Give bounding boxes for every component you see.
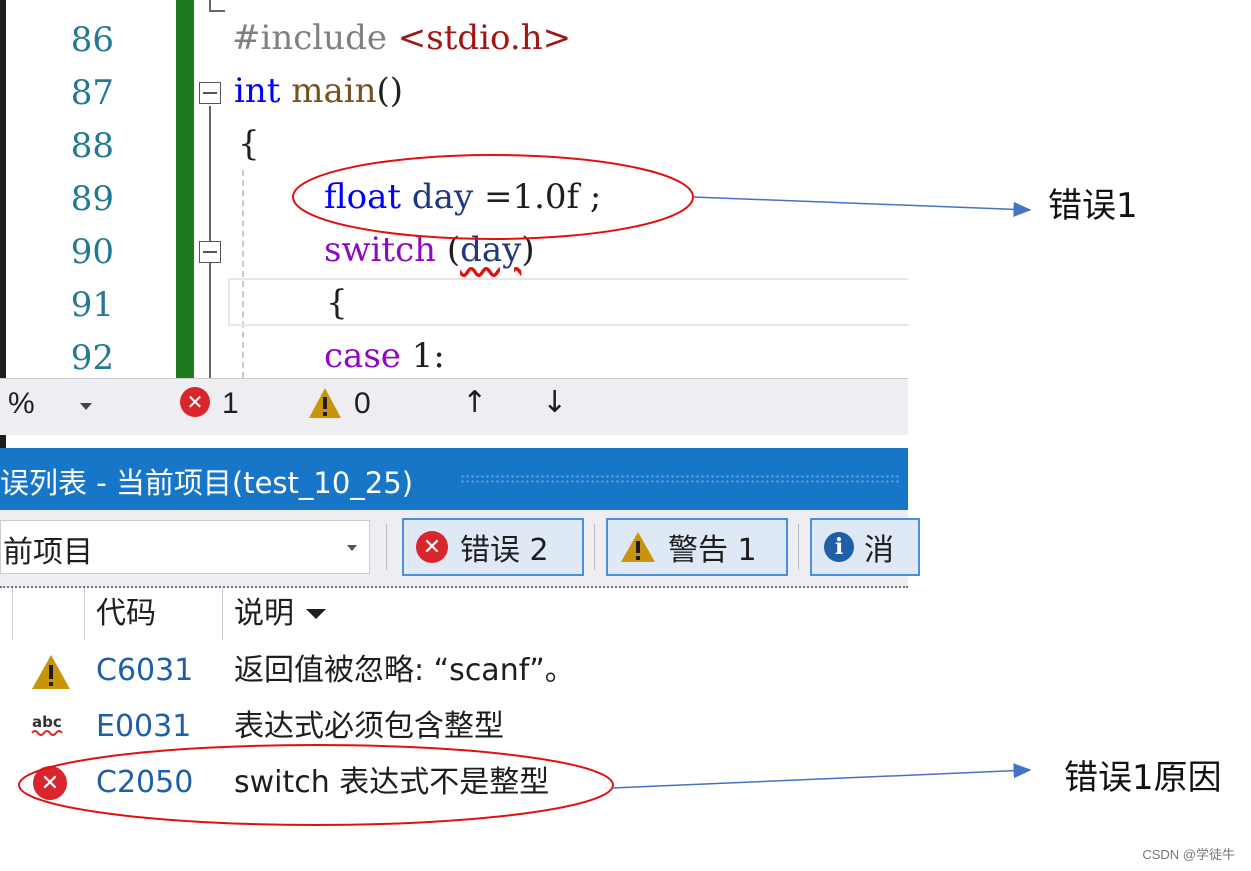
error-code[interactable]: E0031: [96, 699, 191, 755]
warning-count[interactable]: 0: [354, 387, 371, 421]
table-row[interactable]: ✕ C2050 switch 表达式不是整型: [0, 755, 908, 811]
abc-spell-icon: abc: [31, 713, 63, 736]
editor-status-toolbar: % ✕ 1 0 ↑ ↓: [0, 378, 908, 435]
number-literal: 1.0f: [512, 177, 580, 217]
error-description: switch 表达式不是整型: [234, 765, 550, 800]
errors-filter-label: 错误 2: [460, 533, 549, 568]
keyword: float: [324, 177, 402, 217]
title-bar-grip: [460, 474, 900, 484]
error-code[interactable]: C6031: [96, 643, 193, 699]
next-error-arrow-icon[interactable]: ↓: [542, 385, 567, 420]
zoom-value[interactable]: %: [8, 387, 35, 421]
brace: {: [326, 283, 348, 323]
warning-icon: [32, 655, 70, 689]
separator: [798, 524, 799, 570]
code-line-90: switch (day): [324, 230, 535, 270]
table-row[interactable]: abc E0031 表达式必须包含整型: [0, 699, 908, 755]
info-icon: i: [824, 532, 854, 562]
annotation-label-error1: 错误1: [1048, 186, 1138, 226]
zoom-dropdown-icon[interactable]: [80, 403, 92, 410]
punctuation: ): [521, 230, 535, 270]
punctuation: :: [433, 336, 445, 376]
warnings-filter-button[interactable]: 警告 1: [606, 518, 788, 576]
code-line-88: {: [238, 124, 260, 164]
line-number: 86: [70, 20, 114, 60]
code-line-86: #include <stdio.h>: [232, 18, 571, 58]
line-number: 90: [70, 232, 114, 272]
line-number: 88: [70, 126, 114, 166]
keyword: int: [234, 71, 281, 111]
svg-text:abc: abc: [32, 713, 62, 731]
messages-filter-label: 消: [864, 533, 894, 568]
separator: [386, 524, 387, 570]
error-list-table: 代码 说明 C6031 返回值被忽略: “scanf”。 abc E0031 表…: [0, 588, 908, 871]
errors-filter-button[interactable]: ✕ 错误 2: [402, 518, 584, 576]
warning-icon: [309, 388, 341, 418]
operator: =: [473, 177, 513, 217]
table-row[interactable]: C6031 返回值被忽略: “scanf”。: [0, 643, 908, 699]
scope-dropdown[interactable]: 前项目: [0, 520, 370, 574]
scope-selected-value: 前项目: [3, 535, 93, 570]
preprocessor: #include: [232, 18, 398, 58]
code-editor[interactable]: 86 87 88 89 90 91 92 #include <stdio.h> …: [6, 0, 908, 378]
column-separator: [222, 588, 223, 640]
line-number: 87: [70, 73, 114, 113]
column-header-code[interactable]: 代码: [96, 588, 156, 640]
error-description: 返回值被忽略: “scanf”。: [234, 653, 575, 688]
punctuation: (): [376, 71, 404, 111]
error-code[interactable]: C2050: [96, 755, 193, 811]
change-tracking-bar: [176, 0, 194, 378]
code-line-89: float day =1.0f ;: [324, 177, 601, 217]
code-line-92: case 1:: [324, 336, 445, 376]
collapse-switch-icon[interactable]: [199, 241, 221, 263]
error-list-filter-bar: 前项目 ✕ 错误 2 警告 1 i 消: [0, 510, 920, 588]
previous-error-arrow-icon[interactable]: ↑: [462, 385, 487, 420]
keyword: case: [324, 336, 401, 376]
error-icon: ✕: [33, 766, 67, 800]
code-line-91: {: [326, 283, 348, 323]
fold-end-marker: [209, 0, 225, 12]
messages-filter-button[interactable]: i 消: [810, 518, 920, 576]
number-literal: 1: [400, 336, 434, 376]
column-header-description[interactable]: 说明: [234, 588, 326, 640]
warning-icon: [621, 532, 655, 562]
column-separator: [12, 588, 13, 640]
function-name: main: [291, 71, 377, 111]
error-icon: ✕: [416, 531, 448, 563]
indent-guide: [242, 170, 244, 378]
watermark: CSDN @学徒牛: [1142, 847, 1235, 862]
error-list-title-bar[interactable]: 误列表 - 当前项目(test_10_25): [0, 448, 908, 510]
sort-descending-icon: [306, 609, 326, 619]
include-path: <stdio.h>: [397, 18, 572, 58]
column-header-description-label: 说明: [234, 596, 294, 631]
keyword: switch: [324, 230, 437, 270]
punctuation: (: [436, 230, 461, 270]
collapse-main-icon[interactable]: [199, 82, 221, 104]
code-line-87: int main(): [234, 71, 403, 111]
warnings-filter-label: 警告 1: [668, 533, 757, 568]
punctuation: ;: [579, 177, 602, 217]
line-number: 89: [70, 179, 114, 219]
chevron-down-icon: [347, 545, 357, 551]
error-count[interactable]: 1: [222, 387, 239, 421]
line-number: 92: [70, 338, 114, 378]
error-icon: ✕: [180, 387, 210, 417]
error-description: 表达式必须包含整型: [234, 709, 504, 744]
panel-title: 误列表 - 当前项目(test_10_25): [0, 466, 414, 500]
brace: {: [238, 124, 260, 164]
column-separator: [84, 588, 85, 640]
variable: day: [411, 177, 474, 217]
line-number: 91: [70, 285, 114, 325]
annotation-label-error1-cause: 错误1原因: [1064, 758, 1222, 798]
separator: [594, 524, 595, 570]
error-squiggle-variable: day: [460, 230, 522, 270]
